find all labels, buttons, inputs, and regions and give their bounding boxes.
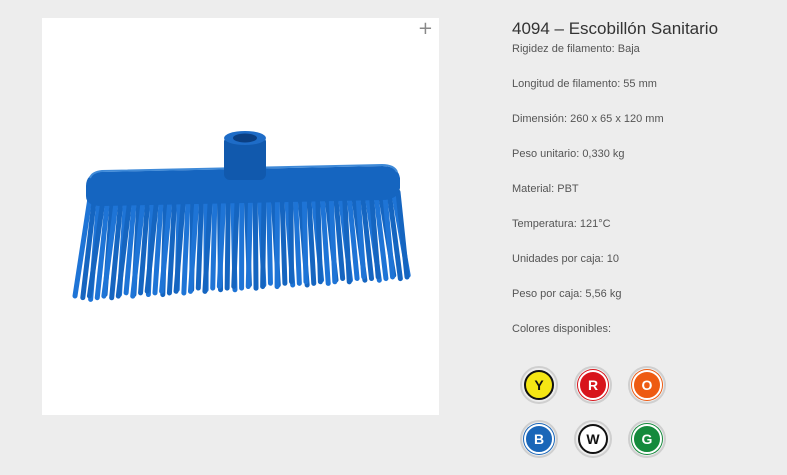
bristle: [231, 192, 240, 289]
spec-filament-length: Longitud de filamento: 55 mm: [512, 78, 657, 90]
bristle: [315, 191, 323, 285]
color-swatch-yellow[interactable]: Y: [520, 366, 558, 404]
spec-dimensions: Dimensión: 260 x 65 x 120 mm: [512, 113, 664, 125]
color-swatch-green[interactable]: G: [628, 420, 666, 458]
bristle: [252, 192, 259, 291]
bristle: [224, 192, 231, 291]
swatch-letter: O: [641, 377, 653, 393]
colors-label: Colores disponibles:: [512, 323, 612, 335]
color-swatch-orange[interactable]: O: [628, 366, 666, 404]
swatch-letter: G: [641, 431, 653, 447]
bristle: [245, 192, 254, 290]
bristle: [301, 191, 309, 285]
spec-material: Material: PBT: [512, 183, 579, 195]
bristle: [266, 192, 273, 286]
spec-box-weight: Peso por caja: 5,56 kg: [512, 288, 622, 300]
color-swatch-white[interactable]: W: [574, 420, 612, 458]
spec-temperature: Temperatura: 121°C: [512, 218, 611, 230]
swatch-letter: Y: [534, 377, 544, 393]
bristle: [210, 193, 218, 291]
bristle: [279, 191, 288, 286]
swatch-letter: R: [587, 377, 599, 393]
swatch-letter: W: [586, 431, 600, 447]
product-title: 4094 – Escobillón Sanitario: [512, 19, 719, 38]
color-swatch-blue[interactable]: B: [520, 420, 558, 458]
zoom-icon[interactable]: +: [418, 20, 433, 38]
bristle: [260, 192, 267, 290]
bristle: [288, 191, 295, 285]
spec-units-per-box: Unidades por caja: 10: [512, 253, 620, 265]
spec-unit-weight: Peso unitario: 0,330 kg: [512, 148, 625, 160]
product-info: 4094 – Escobillón Sanitario Rigidez de f…: [512, 18, 782, 335]
color-swatch-red[interactable]: R: [574, 366, 612, 404]
product-image: [72, 131, 411, 302]
product-image-panel: +: [42, 18, 439, 415]
bristle: [195, 193, 205, 291]
spec-filament-stiffness: Rigidez de filamento: Baja: [512, 43, 640, 55]
swatch-letter: B: [533, 431, 545, 447]
